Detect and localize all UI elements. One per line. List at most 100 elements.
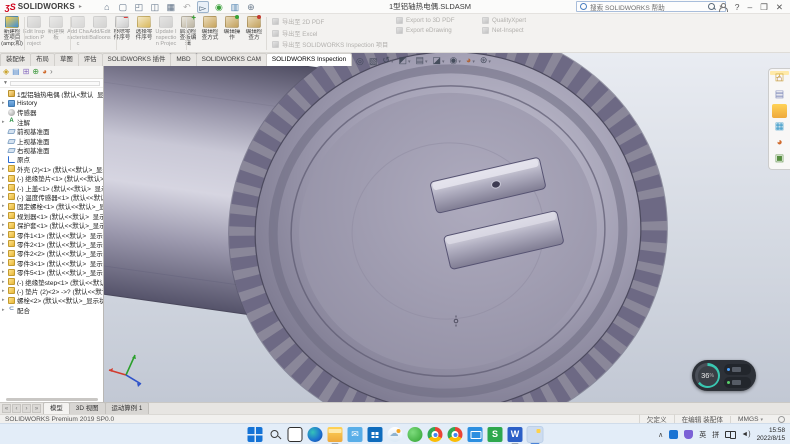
export-menu-item[interactable]: Export eDrawing: [396, 27, 455, 34]
tray-language-indicator[interactable]: 英: [699, 430, 706, 440]
tray-clock[interactable]: 15:58 2022/8/15: [757, 427, 785, 442]
commandmanager-tab[interactable]: SOLIDWORKS 插件: [102, 53, 172, 66]
panel-tab-icon[interactable]: [42, 66, 47, 78]
task-pane-icon[interactable]: [772, 136, 787, 150]
tray-cast-icon[interactable]: [725, 431, 735, 438]
tree-item[interactable]: 原点: [0, 155, 103, 164]
quick-access-icon[interactable]: [197, 1, 209, 13]
tree-item[interactable]: 右视基准面: [0, 145, 103, 154]
ribbon-button[interactable]: 编辑检查方式: [199, 14, 221, 53]
taskbar-app-icon[interactable]: [428, 427, 443, 442]
ribbon-button[interactable]: Edit Inspection Project: [23, 14, 45, 53]
tree-item[interactable]: 注解: [0, 117, 103, 126]
taskbar-app-icon[interactable]: [328, 427, 343, 442]
commandmanager-tab[interactable]: 装配体: [0, 53, 31, 66]
task-pane-icon[interactable]: [772, 88, 787, 102]
graphics-viewport[interactable]: 36%: [104, 53, 790, 403]
export-menu-item[interactable]: 导出至 Excel: [272, 29, 388, 38]
taskbar-app-icon[interactable]: [448, 427, 463, 442]
headsup-toolbar-icon[interactable]: [415, 54, 427, 69]
taskbar-app-icon[interactable]: [308, 427, 323, 442]
tree-item[interactable]: 零件1<1> (默认<<默认>_显示状态: [0, 230, 103, 239]
headsup-toolbar-icon[interactable]: [433, 54, 445, 69]
tab-nav-icon[interactable]: [32, 404, 41, 413]
ribbon-button[interactable]: 移除零件序号: [111, 14, 133, 53]
ribbon-button[interactable]: 新建检查项目 (amp;和): [1, 14, 23, 53]
tab-nav-icon[interactable]: [12, 404, 21, 413]
quick-access-icon[interactable]: [133, 1, 145, 13]
tree-item[interactable]: 固定螺栓<1> (默认<<默认>_显示: [0, 202, 103, 211]
tree-item[interactable]: 配合: [0, 305, 103, 314]
tree-item[interactable]: (-) 绝缘垫片<1> (默认<<默认>_显: [0, 174, 103, 183]
tree-item[interactable]: 零件3<1> (默认<<默认>_显示状态: [0, 258, 103, 267]
document-tab[interactable]: 模型: [43, 402, 70, 414]
restore-button[interactable]: ❐: [760, 0, 768, 14]
commandmanager-tab[interactable]: SOLIDWORKS CAM: [196, 53, 267, 66]
search-icon[interactable]: [708, 3, 716, 11]
headsup-toolbar-icon[interactable]: [356, 55, 364, 68]
commandmanager-tab[interactable]: MBD: [170, 53, 196, 66]
task-pane-icon[interactable]: [772, 120, 787, 134]
headsup-toolbar-icon[interactable]: [382, 54, 393, 69]
export-menu-item[interactable]: QualityXpert: [482, 17, 526, 24]
taskbar-app-icon[interactable]: [528, 427, 543, 442]
tree-item[interactable]: (-) 温度传感器<1> (默认<<默认>_: [0, 192, 103, 201]
quick-access-icon[interactable]: [213, 1, 225, 13]
logo-expand-icon[interactable]: ▸: [79, 3, 82, 10]
quick-access-icon[interactable]: [245, 1, 257, 13]
headsup-toolbar-icon[interactable]: [466, 54, 475, 69]
tray-blue-app-icon[interactable]: [669, 430, 678, 439]
login-person-icon[interactable]: [718, 3, 727, 12]
tray-volume-icon[interactable]: [741, 431, 750, 438]
export-menu-item[interactable]: Export to 3D PDF: [396, 17, 455, 24]
ribbon-button[interactable]: 编辑检查方: [243, 14, 265, 53]
tree-item[interactable]: History: [0, 98, 103, 107]
task-pane-icon[interactable]: [772, 152, 787, 166]
tree-item[interactable]: 上视基准面: [0, 136, 103, 145]
search-scope-icon[interactable]: [580, 3, 587, 10]
ribbon-button[interactable]: Add/Edit Balloons: [89, 14, 111, 53]
ribbon-button[interactable]: 编辑操作: [221, 14, 243, 53]
document-tab[interactable]: 3D 视图: [69, 402, 106, 414]
ribbon-button[interactable]: 新建模板: [45, 14, 67, 53]
commandmanager-tab[interactable]: 评估: [78, 53, 103, 66]
ribbon-button[interactable]: Update Inspection Project: [155, 14, 177, 53]
quick-access-icon[interactable]: [117, 1, 129, 13]
status-globe-icon[interactable]: [778, 416, 785, 423]
task-pane-icon[interactable]: [772, 104, 787, 118]
taskbar-app-icon[interactable]: [348, 427, 363, 442]
ribbon-button[interactable]: 选择零件序号: [133, 14, 155, 53]
tree-item[interactable]: 保护套<1> (默认<<默认>_显示状: [0, 220, 103, 229]
tree-item[interactable]: (-) 垫片 (2)<2> ->? (默认<<默认>: [0, 286, 103, 295]
commandmanager-tab[interactable]: 草图: [54, 53, 79, 66]
tray-ime-indicator[interactable]: 拼: [712, 430, 719, 440]
zoom-widget-button-1[interactable]: [724, 364, 751, 375]
tree-item[interactable]: 零件2<2> (默认<<默认>_显示状态: [0, 249, 103, 258]
status-units[interactable]: MMGS▾: [730, 416, 770, 423]
tree-item[interactable]: 外壳 (2)<1> (默认<<默认>_显示状: [0, 164, 103, 173]
taskbar-app-icon[interactable]: [408, 427, 423, 442]
help-search-input[interactable]: 搜索 SOLIDWORKS 帮助 ▾: [576, 1, 726, 12]
zoom-indicator-widget[interactable]: 36%: [692, 360, 756, 391]
close-button[interactable]: ✕: [776, 0, 783, 14]
tab-nav-icon[interactable]: [22, 404, 31, 413]
export-menu-item[interactable]: Net-Inspect: [482, 27, 526, 34]
panel-horizontal-scrollbar[interactable]: [6, 398, 98, 401]
tab-nav-icon[interactable]: [2, 404, 11, 413]
taskbar-app-icon[interactable]: [488, 427, 503, 442]
filter-input[interactable]: [10, 81, 100, 86]
taskbar-app-icon[interactable]: [508, 427, 523, 442]
taskbar-app-icon[interactable]: [388, 427, 403, 442]
taskbar-app-icon[interactable]: [248, 427, 263, 442]
tray-shield-icon[interactable]: [684, 430, 693, 439]
quick-access-icon[interactable]: [165, 1, 177, 13]
tree-item[interactable]: 零件2<1> (默认<<默认>_显示状态: [0, 239, 103, 248]
taskbar-app-icon[interactable]: [368, 427, 383, 442]
tree-item[interactable]: 规划器<1> (默认<<默认>_显示状: [0, 211, 103, 220]
tree-item[interactable]: 传感器: [0, 108, 103, 117]
commandmanager-tab[interactable]: 布局: [30, 53, 55, 66]
tree-item[interactable]: (-) 绝缘垫step<1> (默认<<默认>: [0, 277, 103, 286]
ribbon-button[interactable]: 启动检查板编辑: [177, 14, 199, 53]
panel-tab-icon[interactable]: [12, 66, 20, 78]
headsup-toolbar-icon[interactable]: [480, 54, 491, 69]
